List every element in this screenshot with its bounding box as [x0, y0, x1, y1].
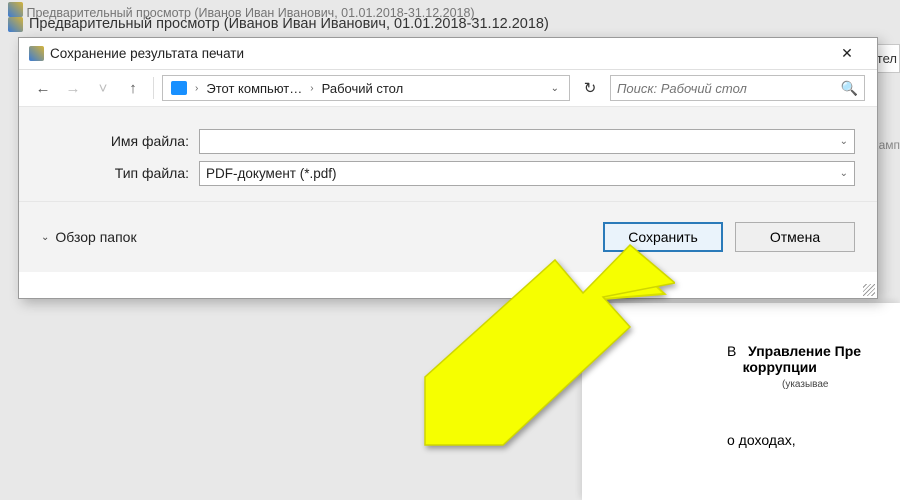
app-icon	[8, 2, 23, 17]
chevron-right-icon: ›	[308, 83, 315, 94]
save-dialog: Сохранение результата печати ✕ ← → ˅ ↑ ›…	[18, 37, 878, 299]
app-icon	[8, 17, 23, 32]
bg-window-title-2: Предварительный просмотр (Иванов Иван Ив…	[8, 16, 549, 32]
search-input[interactable]	[617, 81, 841, 96]
refresh-icon: ↻	[584, 79, 597, 97]
cancel-label: Отмена	[770, 229, 820, 245]
save-button[interactable]: Сохранить	[603, 222, 723, 252]
arrow-up-icon: ↑	[129, 80, 137, 97]
chevron-down-icon: ⌄	[41, 232, 49, 243]
resize-grip[interactable]	[863, 284, 875, 296]
arrow-right-icon: →	[66, 80, 81, 97]
path-bar[interactable]: › Этот компьют… › Рабочий стол ⌄	[162, 75, 570, 101]
filename-input[interactable]: ⌄	[199, 129, 855, 154]
chevron-down-icon: ⌄	[551, 83, 559, 94]
back-button[interactable]: ←	[31, 76, 55, 100]
recent-button[interactable]: ˅	[91, 76, 115, 100]
filename-label: Имя файла:	[41, 133, 189, 149]
app-icon	[29, 46, 44, 61]
nav-row: ← → ˅ ↑ › Этот компьют… › Рабочий стол ⌄…	[19, 70, 877, 106]
pc-icon	[171, 81, 187, 95]
path-seg-computer[interactable]: Этот компьют…	[202, 79, 306, 98]
filetype-label: Тип файла:	[41, 165, 189, 181]
close-button[interactable]: ✕	[827, 40, 867, 68]
filetype-value: PDF-документ (*.pdf)	[206, 166, 336, 181]
chevron-right-icon: ›	[193, 83, 200, 94]
search-box[interactable]: 🔍	[610, 75, 865, 101]
search-icon: 🔍	[841, 80, 858, 97]
up-button[interactable]: ↑	[121, 76, 145, 100]
chevron-down-icon[interactable]: ⌄	[840, 136, 848, 147]
doc-heading2: коррупции	[743, 359, 817, 375]
dialog-titlebar[interactable]: Сохранение результата печати ✕	[19, 38, 877, 70]
doc-heading1: Управление Пре	[748, 343, 861, 359]
fields-area: Имя файла: ⌄ Тип файла: PDF-документ (*.…	[19, 106, 877, 202]
doc-prefix: В	[727, 343, 736, 359]
forward-button[interactable]: →	[61, 76, 85, 100]
chevron-down-icon[interactable]: ⌄	[840, 168, 848, 179]
separator	[153, 77, 154, 99]
cancel-button[interactable]: Отмена	[735, 222, 855, 252]
document-preview: В Управление Пре коррупции (указывае о д…	[582, 303, 900, 500]
bg-title2-text: Предварительный просмотр (Иванов Иван Ив…	[29, 16, 549, 32]
doc-note: (указывае	[782, 379, 900, 390]
save-label: Сохранить	[628, 229, 698, 245]
refresh-button[interactable]: ↻	[576, 75, 604, 101]
chevron-down-icon: ˅	[99, 80, 108, 97]
doc-sub: о доходах,	[727, 432, 900, 448]
close-icon: ✕	[841, 45, 853, 62]
dialog-footer: ⌄ Обзор папок Сохранить Отмена	[19, 202, 877, 272]
browse-folders-toggle[interactable]: ⌄ Обзор папок	[41, 229, 137, 245]
path-dropdown[interactable]: ⌄	[545, 83, 565, 94]
arrow-left-icon: ←	[36, 80, 51, 97]
path-seg-desktop[interactable]: Рабочий стол	[318, 79, 408, 98]
dialog-title: Сохранение результата печати	[50, 46, 244, 61]
filetype-select[interactable]: PDF-документ (*.pdf) ⌄	[199, 161, 855, 186]
browse-folders-label: Обзор папок	[55, 229, 136, 245]
